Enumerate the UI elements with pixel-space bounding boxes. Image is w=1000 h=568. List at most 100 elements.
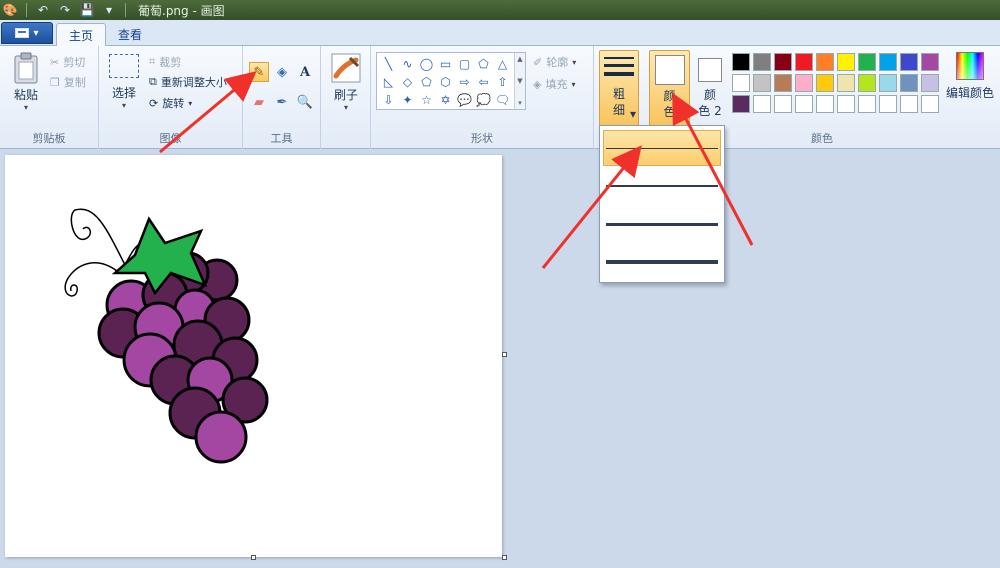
shape-3[interactable]: ▭	[436, 55, 455, 73]
chevron-down-icon: ▾	[33, 27, 39, 39]
qat-separator	[125, 3, 126, 17]
thickness-icon	[604, 57, 634, 81]
grape-drawing	[64, 208, 269, 464]
grape-berry	[194, 410, 248, 464]
shape-14[interactable]: ⇩	[379, 91, 398, 109]
clipboard-group-label: 剪贴板	[32, 132, 66, 145]
expand-gallery-icon[interactable]: ▾	[518, 99, 522, 107]
text-tool[interactable]: A	[295, 62, 315, 82]
resize-handle-bottom[interactable]	[251, 555, 256, 560]
shape-19[interactable]: 💭	[474, 91, 493, 109]
pencil-tool[interactable]: ✎	[249, 62, 269, 82]
cut-button[interactable]: ✂ 剪切	[50, 54, 85, 70]
redo-icon[interactable]: ↷	[57, 2, 73, 18]
line-2px	[606, 185, 718, 187]
fill-tool[interactable]: ◈	[272, 62, 292, 82]
shapes-gallery: ╲ ∿ ◯ ▭ ▢ ⬠ △ ◺ ◇ ⬠ ⬡ ⇨ ⇦ ⇧ ⇩ ✦ ☆ ✡ 💬 💭 🗨 ▲ ▼ ▾	[376, 52, 526, 110]
size-dropdown	[599, 125, 725, 283]
chevron-down-icon: ▾	[630, 107, 637, 121]
image-group-label: 图像	[159, 132, 182, 145]
rotate-button[interactable]: ⟳ 旋转 ▾	[149, 95, 192, 111]
size-option-1[interactable]	[603, 130, 721, 166]
image-group: 选择 ▾ ⌗ 裁剪 ⧉ 重新调整大小 ⟳ 旋转 ▾ 图像	[99, 46, 243, 149]
magnifier-tool[interactable]: 🔍	[295, 92, 315, 112]
paint-menu-button[interactable]: ▾	[1, 22, 53, 44]
scroll-up-icon[interactable]: ▲	[517, 55, 522, 63]
size-option-3[interactable]	[603, 206, 721, 242]
undo-icon[interactable]: ↶	[35, 2, 51, 18]
crop-button[interactable]: ⌗ 裁剪	[149, 54, 181, 70]
customize-qat-icon[interactable]: ▾	[101, 2, 117, 18]
paint-app-icon[interactable]: 🎨	[2, 2, 18, 18]
copy-button[interactable]: ❐ 复制	[50, 74, 86, 90]
clipboard-group: 粘贴 ▾ ✂ 剪切 ❐ 复制 剪贴板	[0, 46, 99, 149]
shape-13[interactable]: ⇧	[493, 73, 512, 91]
tab-view[interactable]: 查看	[106, 23, 154, 46]
resize-button[interactable]: ⧉ 重新调整大小	[149, 74, 227, 90]
fill-label: 填充	[545, 78, 568, 91]
eraser-tool[interactable]: ▰	[249, 92, 269, 112]
scissors-icon: ✂	[50, 55, 60, 69]
eraser-icon: ▰	[254, 94, 264, 110]
outline-label: 轮廓	[546, 56, 569, 69]
shape-16[interactable]: ☆	[417, 91, 436, 109]
color-picker-tool[interactable]: ✒	[272, 92, 292, 112]
shape-0[interactable]: ╲	[379, 55, 398, 73]
resize-handle-corner[interactable]	[502, 555, 507, 560]
shapes-grid: ╲ ∿ ◯ ▭ ▢ ⬠ △ ◺ ◇ ⬠ ⬡ ⇨ ⇦ ⇧ ⇩ ✦ ☆ ✡ 💬 💭 🗨	[379, 55, 512, 109]
tab-home[interactable]: 主页	[56, 23, 107, 47]
shape-9[interactable]: ⬠	[417, 73, 436, 91]
brushes-group: 刷子 ▾	[321, 46, 371, 149]
drawing-canvas[interactable]	[5, 155, 507, 560]
pencil-icon: ✎	[253, 64, 265, 80]
shapes-group-label: 形状	[471, 132, 493, 145]
ribbon: 粘贴 ▾ ✂ 剪切 ❐ 复制 剪贴板 选择 ▾ ⌗ 裁剪 ⧉ 重新调整大小 ⟳ …	[0, 46, 1000, 149]
save-icon[interactable]: 💾	[79, 2, 95, 18]
magnifier-icon: 🔍	[296, 94, 314, 110]
outline-button[interactable]: ✐ 轮廓 ▾	[533, 54, 576, 70]
line-4px	[606, 260, 718, 264]
chevron-down-icon: ▾	[572, 57, 577, 67]
shape-17[interactable]: ✡	[436, 91, 455, 109]
shape-6[interactable]: △	[493, 55, 512, 73]
brushes-button[interactable]: 刷子 ▾	[329, 52, 363, 112]
size-option-4[interactable]	[603, 244, 721, 280]
shape-12[interactable]: ⇦	[474, 73, 493, 91]
shape-15[interactable]: ✦	[398, 91, 417, 109]
shapes-scrollbar[interactable]: ▲ ▼ ▾	[514, 53, 525, 109]
chevron-down-icon: ▾	[23, 103, 28, 112]
shape-11[interactable]: ⇨	[455, 73, 474, 91]
size-label-1: 粗	[612, 87, 625, 101]
shape-4[interactable]: ▢	[455, 55, 474, 73]
scroll-down-icon[interactable]: ▼	[517, 77, 522, 85]
select-button[interactable]: 选择 ▾	[107, 54, 141, 110]
size-button[interactable]: 粗 细 ▾	[599, 50, 639, 126]
shape-8[interactable]: ◇	[398, 73, 417, 91]
line-3px	[606, 222, 718, 226]
qat-separator	[26, 3, 27, 17]
size-option-2[interactable]	[603, 168, 721, 204]
fill-button[interactable]: ◈ 填充 ▾	[533, 76, 575, 92]
rotate-icon: ⟳	[149, 96, 159, 110]
paste-button[interactable]: 粘贴 ▾	[8, 52, 44, 112]
text-icon: A	[299, 64, 311, 80]
shape-10[interactable]: ⬡	[436, 73, 455, 91]
shape-20[interactable]: 🗨	[493, 91, 512, 109]
eyedropper-icon: ✒	[276, 94, 288, 110]
tools-group-label: 工具	[270, 132, 293, 145]
resize-handle-right[interactable]	[502, 352, 507, 357]
brushes-label: 刷子	[333, 88, 358, 102]
ribbon-tab-row: ▾ 主页 查看	[0, 20, 1000, 47]
shape-18[interactable]: 💬	[455, 91, 474, 109]
copy-label: 复制	[63, 76, 86, 89]
crop-label: 裁剪	[159, 56, 182, 69]
shape-2[interactable]: ◯	[417, 55, 436, 73]
rotate-label: 旋转	[162, 97, 185, 110]
chevron-down-icon: ▾	[343, 103, 348, 112]
paste-label: 粘贴	[13, 88, 38, 102]
shape-1[interactable]: ∿	[398, 55, 417, 73]
shape-7[interactable]: ◺	[379, 73, 398, 91]
title-bar: 🎨 ↶ ↷ 💾 ▾ 葡萄.png - 画图	[0, 0, 1000, 20]
shape-5[interactable]: ⬠	[474, 55, 493, 73]
tools-group: ✎ ◈ A ▰ ✒ 🔍 工具	[243, 46, 321, 149]
